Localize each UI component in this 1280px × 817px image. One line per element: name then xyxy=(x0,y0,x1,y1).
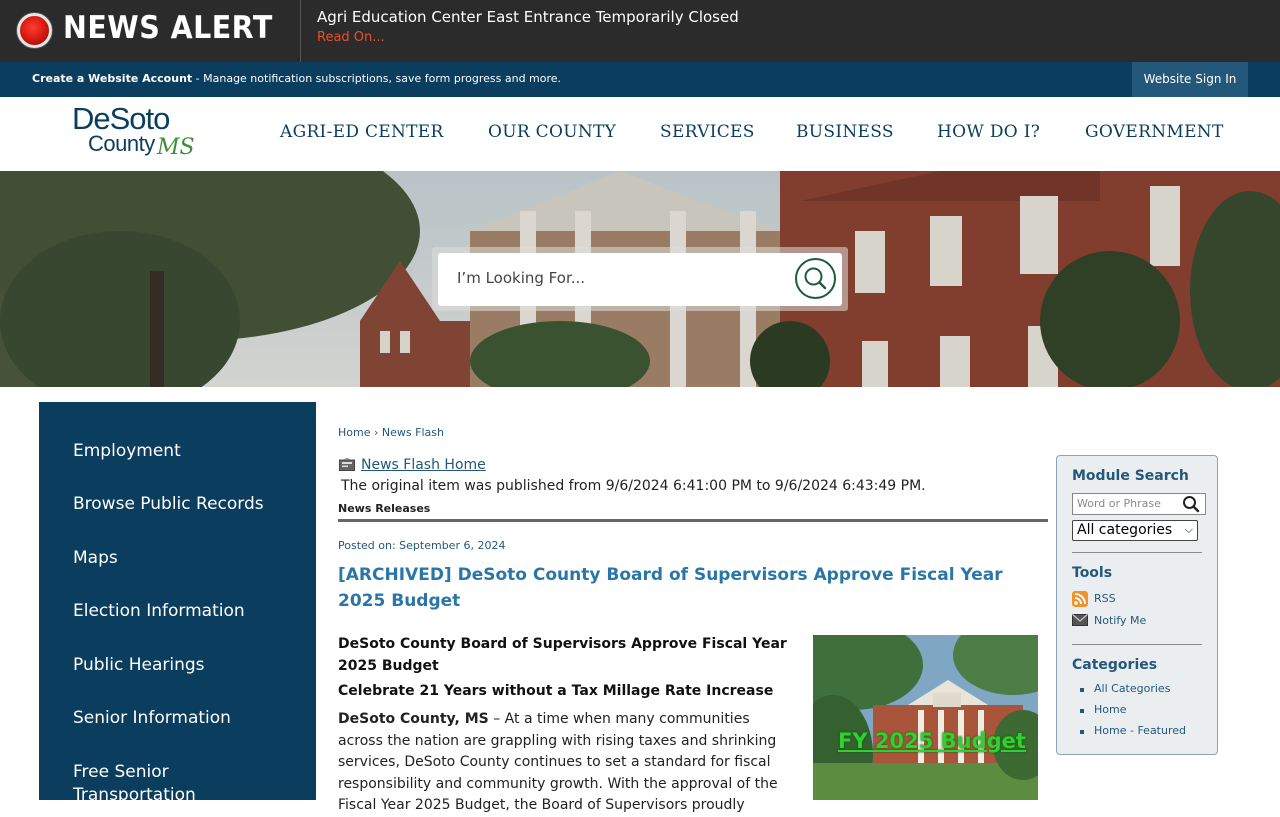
breadcrumb-separator: › xyxy=(373,426,379,439)
breadcrumb: Home › News Flash xyxy=(338,426,444,439)
fy2025-budget-image[interactable] xyxy=(813,635,1038,800)
account-bar: Create a Website Account - Manage notifi… xyxy=(0,62,1280,97)
sidebar-item-election-information[interactable]: Election Information xyxy=(73,600,245,623)
category-link-home[interactable]: Home xyxy=(1094,703,1126,716)
alert-headline[interactable]: Agri Education Center East Entrance Temp… xyxy=(317,8,739,26)
bullet-icon xyxy=(1080,709,1084,713)
panel-divider xyxy=(1072,644,1202,645)
search-icon xyxy=(804,267,827,290)
site-search-placeholder: I’m Looking For... xyxy=(457,269,586,287)
article-dateline: DeSoto County, MS xyxy=(338,711,489,727)
nav-government[interactable]: GOVERNMENT xyxy=(1085,122,1224,142)
panel-divider xyxy=(1072,552,1202,553)
section-divider xyxy=(338,519,1048,522)
rss-icon xyxy=(1072,591,1088,607)
desoto-county-logo[interactable]: DeSoto County MS xyxy=(72,101,212,165)
nav-our-county[interactable]: OUR COUNTY xyxy=(488,122,616,142)
sidebar-item-label-line-1: Free Senior xyxy=(73,762,169,782)
notify-me-link[interactable]: Notify Me xyxy=(1094,614,1146,627)
category-link-home-featured[interactable]: Home - Featured xyxy=(1094,724,1186,737)
module-search-icon[interactable] xyxy=(1181,495,1201,513)
category-select-value: All categories xyxy=(1077,522,1173,538)
nav-services[interactable]: SERVICES xyxy=(660,122,755,142)
nav-business[interactable]: BUSINESS xyxy=(796,122,894,142)
sidebar-item-label-line-2: Transportation xyxy=(73,785,196,805)
bullet-icon xyxy=(1080,688,1084,692)
alert-divider xyxy=(300,0,301,62)
news-alert-bar: NEWS ALERT Agri Education Center East En… xyxy=(0,0,1280,62)
module-search-placeholder: Word or Phrase xyxy=(1077,497,1161,510)
website-sign-in-button[interactable]: Website Sign In xyxy=(1132,62,1248,97)
bullet-icon xyxy=(1080,730,1084,734)
logo-line-3: MS xyxy=(157,135,195,160)
category-link-all-categories[interactable]: All Categories xyxy=(1094,682,1170,695)
sidebar-item-employment[interactable]: Employment xyxy=(73,440,181,463)
sidebar-item-senior-information[interactable]: Senior Information xyxy=(73,707,231,730)
account-bar-text: Create a Website Account - Manage notifi… xyxy=(32,72,561,85)
article-subheading: Celebrate 21 Years without a Tax Millage… xyxy=(338,683,774,699)
logo-line-2: County xyxy=(88,131,155,156)
nav-how-do-i[interactable]: HOW DO I? xyxy=(937,122,1040,142)
sidebar-item-free-senior-transportation[interactable]: Free Senior Transportation xyxy=(73,761,196,807)
sidebar-item-public-hearings[interactable]: Public Hearings xyxy=(73,654,205,677)
sidebar-item-browse-public-records[interactable]: Browse Public Records xyxy=(73,493,264,516)
envelope-icon xyxy=(1072,614,1088,626)
news-flash-icon xyxy=(339,458,355,471)
article-title: [ARCHIVED] DeSoto County Board of Superv… xyxy=(338,565,1003,611)
nav-agri-ed-center[interactable]: AGRI-ED CENTER xyxy=(280,122,444,142)
posted-date: Posted on: September 6, 2024 xyxy=(338,539,506,552)
news-flash-home-link[interactable]: News Flash Home xyxy=(361,457,486,473)
sidebar-item-maps[interactable]: Maps xyxy=(73,547,118,570)
budget-illustration xyxy=(813,635,1038,800)
search-submit-button[interactable] xyxy=(795,258,836,299)
breadcrumb-home[interactable]: Home xyxy=(338,426,370,439)
article-heading: DeSoto County Board of Supervisors Appro… xyxy=(338,636,787,674)
article-body: DeSoto County, MS – At a time when many … xyxy=(338,709,788,817)
site-header: DeSoto County MS AGRI-ED CENTER OUR COUN… xyxy=(0,97,1280,171)
alert-read-on-link[interactable]: Read On... xyxy=(317,30,385,45)
category-label: News Releases xyxy=(338,502,431,515)
breadcrumb-news-flash[interactable]: News Flash xyxy=(382,426,444,439)
categories-heading: Categories xyxy=(1072,657,1158,673)
rss-link[interactable]: RSS xyxy=(1094,592,1116,605)
chevron-down-icon: ⌵ xyxy=(1184,523,1193,536)
alert-light-icon xyxy=(17,13,52,48)
budget-image-caption: FY 2025 Budget xyxy=(838,729,1026,753)
archived-notice: The original item was published from 9/6… xyxy=(341,478,926,494)
create-account-link[interactable]: Create a Website Account xyxy=(32,72,192,85)
alert-title: NEWS ALERT xyxy=(63,10,273,46)
module-search-heading: Module Search xyxy=(1072,468,1189,484)
create-account-desc: - Manage notification subscriptions, sav… xyxy=(192,72,562,85)
category-select[interactable]: All categories ⌵ xyxy=(1072,520,1198,541)
tools-heading: Tools xyxy=(1072,565,1113,581)
